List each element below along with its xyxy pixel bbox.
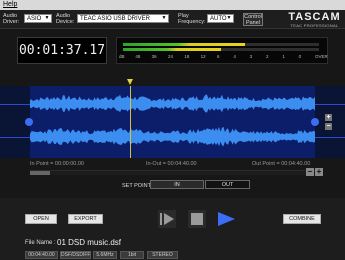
- meter-scale-label: OVER: [315, 54, 328, 59]
- waveform-svg: [30, 94, 315, 147]
- file-rate: 5.6MHz: [93, 251, 117, 259]
- audio-driver-select[interactable]: ASIO ▼: [24, 14, 52, 23]
- meter-scale-label: 36: [151, 54, 157, 59]
- file-bit: 1bit: [120, 251, 144, 259]
- audio-device-select[interactable]: TEAC ASIO USB DRIVER ▼: [77, 14, 169, 23]
- meter-left-fill: [123, 43, 245, 46]
- combine-button[interactable]: COMBINE: [283, 214, 321, 224]
- export-button[interactable]: EXPORT: [68, 214, 103, 224]
- chevron-down-icon: ▼: [161, 15, 167, 21]
- waveform-right-channel: [30, 126, 315, 147]
- meter-scale-label: 4: [233, 54, 236, 59]
- meter-scale-label: 2: [266, 54, 269, 59]
- zoom-in-vertical-button[interactable]: +: [325, 114, 332, 121]
- play-frequency-value: AUTO: [210, 16, 227, 22]
- stop-button[interactable]: [188, 210, 206, 228]
- set-point-label: SET POINT: [122, 183, 151, 189]
- open-button[interactable]: OPEN: [25, 214, 57, 224]
- meter-scale-label: 0: [298, 54, 302, 59]
- chevron-down-icon: ▼: [44, 15, 50, 21]
- level-meter: dB 48 36 24 18 12 6 4 3 2 1 0 OVER: [116, 37, 328, 64]
- menu-bar: Help: [0, 0, 345, 10]
- control-panel-button[interactable]: Control Panel: [243, 13, 263, 26]
- out-point-handle[interactable]: [311, 118, 319, 126]
- stop-icon: [191, 213, 203, 225]
- playhead-marker[interactable]: [126, 79, 133, 85]
- zoom-in-button[interactable]: +: [315, 168, 323, 176]
- meter-scale-label: 24: [168, 54, 174, 59]
- meter-scale-label: 3: [249, 54, 253, 59]
- meter-scale: dB 48 36 24 18 12 6 4 3 2 1 0 OVER: [117, 54, 328, 61]
- scrollbar-thumb[interactable]: [30, 171, 50, 175]
- file-channels: STEREO: [147, 251, 178, 259]
- file-duration: 00:04:40.00: [25, 251, 58, 259]
- meter-scale-label: 1: [282, 54, 285, 59]
- play-button[interactable]: [216, 210, 236, 228]
- waveform-left-channel: [30, 94, 315, 113]
- meter-scale-label: 48: [135, 54, 141, 59]
- set-out-button[interactable]: OUT: [205, 180, 250, 189]
- horizontal-scrollbar[interactable]: [30, 170, 315, 175]
- audio-driver-value: ASIO: [27, 16, 42, 22]
- time-display: 00:01:37.17: [17, 37, 107, 64]
- playhead-line[interactable]: [129, 86, 131, 158]
- bottom-panel: OPEN EXPORT COMBINE File Name : 01 DSD m…: [0, 198, 345, 260]
- out-point-text: Out Point = 00:04:40.00: [252, 161, 311, 167]
- play-pause-button[interactable]: [158, 210, 176, 228]
- meter-scale-label: 12: [200, 54, 206, 59]
- set-in-button[interactable]: IN: [150, 180, 204, 189]
- menu-help[interactable]: Help: [0, 1, 17, 8]
- meter-scale-label: 18: [184, 54, 190, 59]
- audio-driver-label: Audio Driver:: [3, 13, 20, 25]
- play-pause-icon: [160, 213, 174, 225]
- meter-scale-label: dB: [119, 54, 125, 59]
- meter-right-fill: [123, 48, 221, 51]
- brand-name: TASCAM: [288, 11, 341, 23]
- play-frequency-select[interactable]: AUTO ▼: [207, 14, 234, 23]
- audio-device-value: TEAC ASIO USB DRIVER: [80, 16, 151, 22]
- play-icon: [218, 212, 235, 226]
- file-name-label: File Name :: [25, 240, 56, 246]
- file-format: DSF/DSDIFF: [60, 251, 91, 259]
- play-frequency-label: Play Frequency:: [178, 13, 206, 25]
- waveform-area[interactable]: + −: [0, 86, 345, 158]
- meter-left-track: [123, 43, 319, 46]
- meter-scale-label: 6: [217, 54, 220, 59]
- brand-logo: TASCAM TEAC PROFESSIONAL: [287, 11, 342, 29]
- zoom-out-vertical-button[interactable]: −: [325, 123, 332, 130]
- in-point-text: In Point = 00:00:00.00: [30, 161, 84, 167]
- file-name-value: 01 DSD music.dsf: [57, 238, 122, 247]
- time-counter: 00:01:37.17: [18, 43, 106, 58]
- audio-device-label: Audio Device:: [56, 13, 75, 25]
- chevron-down-icon: ▼: [226, 15, 232, 21]
- zoom-out-button[interactable]: −: [306, 168, 314, 176]
- brand-sub: TEAC PROFESSIONAL: [290, 23, 339, 28]
- in-out-text: In-Out = 00:04:40.00: [146, 161, 197, 167]
- meter-right-track: [123, 48, 319, 51]
- in-point-handle[interactable]: [25, 118, 33, 126]
